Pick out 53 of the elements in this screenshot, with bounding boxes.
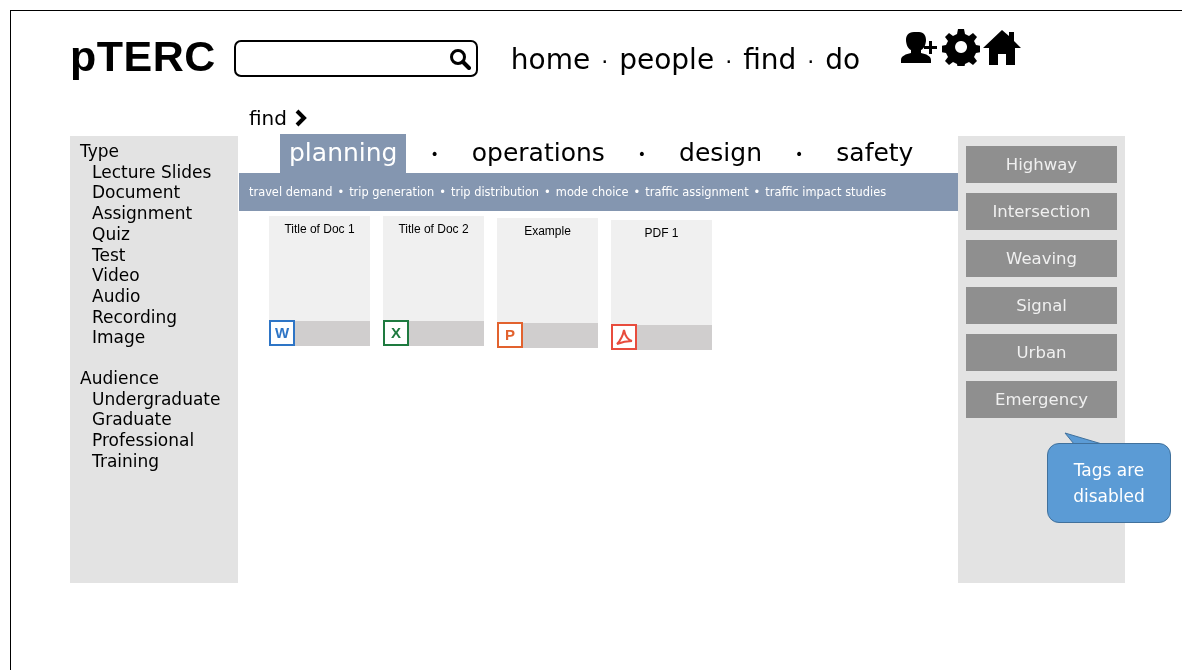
settings-icon[interactable] (942, 28, 981, 66)
filter-item[interactable]: Graduate (80, 409, 238, 431)
logo: pTERC (70, 35, 216, 78)
nav-link[interactable]: do (825, 43, 861, 76)
breadcrumb-link[interactable]: find (249, 106, 287, 130)
tab-separator: • (795, 145, 804, 162)
pdf-icon (611, 324, 637, 350)
document-title: Example (523, 223, 572, 240)
topic-tab[interactable]: safety (827, 134, 923, 173)
document-card[interactable]: Title of Doc 1 W (269, 216, 370, 346)
document-card[interactable]: PDF 1 (611, 220, 712, 350)
filter-item[interactable]: Video (80, 265, 238, 286)
callout-bubble: Tags are disabled (1047, 443, 1171, 523)
subtopic-separator: • (337, 185, 345, 199)
excel-file-icon: X (383, 320, 409, 346)
word-file-icon: W (269, 320, 295, 346)
document-card[interactable]: Title of Doc 2 X (383, 216, 484, 346)
topic-tab[interactable]: design (670, 134, 771, 173)
topic-tab[interactable]: operations (462, 134, 614, 173)
filter-item[interactable]: Training (80, 450, 238, 472)
chevron-icon (294, 109, 307, 127)
filter-item[interactable]: Assignment (80, 203, 238, 224)
document-title: PDF 1 (643, 225, 680, 242)
search-icon[interactable] (448, 47, 471, 70)
nav-link[interactable]: people (619, 43, 715, 76)
filter-item[interactable]: Document (80, 182, 238, 204)
tab-separator: • (637, 145, 647, 162)
search-field[interactable] (233, 40, 478, 77)
nav-link[interactable]: home (510, 43, 591, 76)
document-card[interactable]: Example P (497, 218, 598, 348)
nav-separator: · (725, 49, 733, 74)
subtopic-separator: • (633, 185, 641, 199)
nav-separator: · (807, 49, 815, 74)
home-icon[interactable] (982, 28, 1023, 66)
subtopic-separator: • (544, 185, 551, 199)
document-title: Title of Doc 1 (283, 221, 356, 238)
document-title: Title of Doc 2 (397, 221, 470, 238)
filter-item[interactable]: Recording (80, 306, 238, 328)
filter-heading: Audience (80, 368, 160, 389)
filter-item[interactable]: Image (80, 327, 238, 349)
powerpoint-file-icon: P (497, 322, 523, 348)
nav-link[interactable]: find (743, 43, 797, 76)
filter-item[interactable]: Lecture Slides (80, 161, 238, 183)
filter-item[interactable]: Audio (80, 285, 238, 307)
filter-item[interactable]: Test (80, 244, 238, 266)
nav-separator: · (601, 49, 609, 74)
subtopic-separator: • (753, 185, 761, 199)
filter-item[interactable]: Quiz (80, 223, 238, 245)
tab-separator: • (430, 145, 439, 162)
filter-heading: Type (80, 141, 121, 162)
subtopic-separator: • (439, 185, 446, 199)
filter-item[interactable]: Undergraduate (80, 388, 238, 410)
filter-item[interactable]: Professional (80, 430, 238, 451)
